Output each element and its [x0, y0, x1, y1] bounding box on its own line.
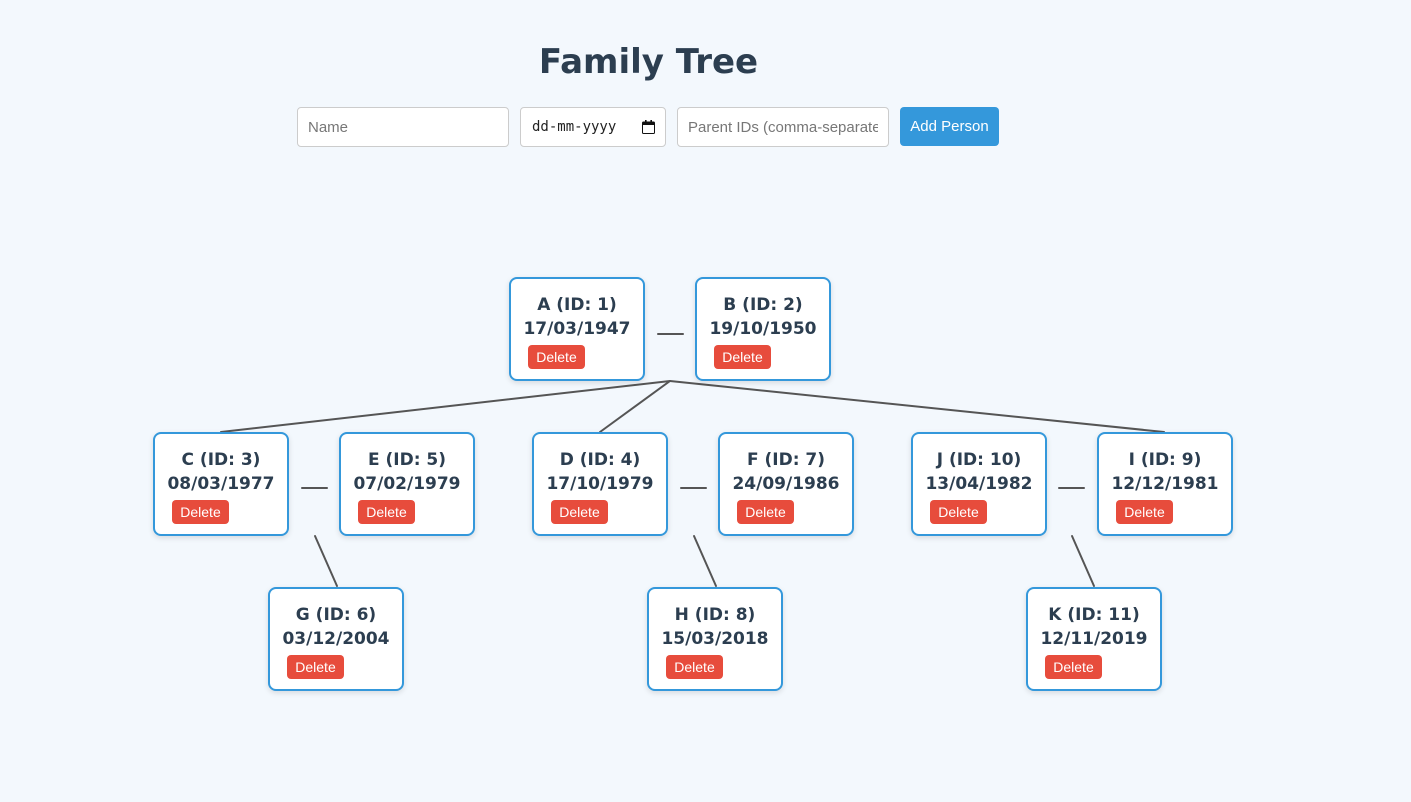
person-birthdate: 08/03/1977 [167, 474, 275, 494]
person-name: C (ID: 3) [181, 450, 261, 470]
delete-button[interactable]: Delete [666, 655, 723, 679]
person-name: A (ID: 1) [537, 295, 617, 315]
parent-child-connector [693, 535, 717, 587]
delete-button[interactable]: Delete [172, 500, 229, 524]
person-name: J (ID: 10) [936, 450, 1022, 470]
delete-button[interactable]: Delete [930, 500, 987, 524]
person-card-b: B (ID: 2) 19/10/1950 Delete [695, 277, 831, 381]
parent-child-connector [314, 535, 338, 587]
delete-button[interactable]: Delete [287, 655, 344, 679]
person-birthdate: 19/10/1950 [709, 319, 817, 339]
person-birthdate: 07/02/1979 [353, 474, 461, 494]
person-card-e: E (ID: 5) 07/02/1979 Delete [339, 432, 475, 536]
parent-child-connector [1071, 535, 1095, 587]
person-birthdate: 17/03/1947 [523, 319, 631, 339]
person-card-k: K (ID: 11) 12/11/2019 Delete [1026, 587, 1162, 691]
person-birthdate: 17/10/1979 [546, 474, 654, 494]
person-name: D (ID: 4) [559, 450, 641, 470]
person-name: G (ID: 6) [295, 605, 377, 625]
parent-child-connector [669, 380, 1165, 433]
parent-child-connector [220, 380, 671, 433]
delete-button[interactable]: Delete [1045, 655, 1102, 679]
person-name: H (ID: 8) [674, 605, 756, 625]
delete-button[interactable]: Delete [1116, 500, 1173, 524]
person-birthdate: 24/09/1986 [732, 474, 840, 494]
delete-button[interactable]: Delete [528, 345, 585, 369]
person-name: E (ID: 5) [367, 450, 447, 470]
person-name: K (ID: 11) [1048, 605, 1140, 625]
person-birthdate: 13/04/1982 [925, 474, 1033, 494]
delete-button[interactable]: Delete [358, 500, 415, 524]
person-card-i: I (ID: 9) 12/12/1981 Delete [1097, 432, 1233, 536]
person-name: F (ID: 7) [746, 450, 826, 470]
person-card-f: F (ID: 7) 24/09/1986 Delete [718, 432, 854, 536]
person-card-a: A (ID: 1) 17/03/1947 Delete [509, 277, 645, 381]
person-name: B (ID: 2) [723, 295, 803, 315]
person-card-d: D (ID: 4) 17/10/1979 Delete [532, 432, 668, 536]
person-card-h: H (ID: 8) 15/03/2018 Delete [647, 587, 783, 691]
delete-button[interactable]: Delete [714, 345, 771, 369]
person-birthdate: 03/12/2004 [282, 629, 390, 649]
delete-button[interactable]: Delete [737, 500, 794, 524]
person-name: I (ID: 9) [1128, 450, 1202, 470]
person-card-c: C (ID: 3) 08/03/1977 Delete [153, 432, 289, 536]
app-root: Family Tree dd-mm-yyyy Add Person [0, 0, 1411, 802]
person-birthdate: 12/11/2019 [1040, 629, 1148, 649]
person-birthdate: 12/12/1981 [1111, 474, 1219, 494]
person-card-g: G (ID: 6) 03/12/2004 Delete [268, 587, 404, 691]
person-card-j: J (ID: 10) 13/04/1982 Delete [911, 432, 1047, 536]
delete-button[interactable]: Delete [551, 500, 608, 524]
person-birthdate: 15/03/2018 [661, 629, 769, 649]
